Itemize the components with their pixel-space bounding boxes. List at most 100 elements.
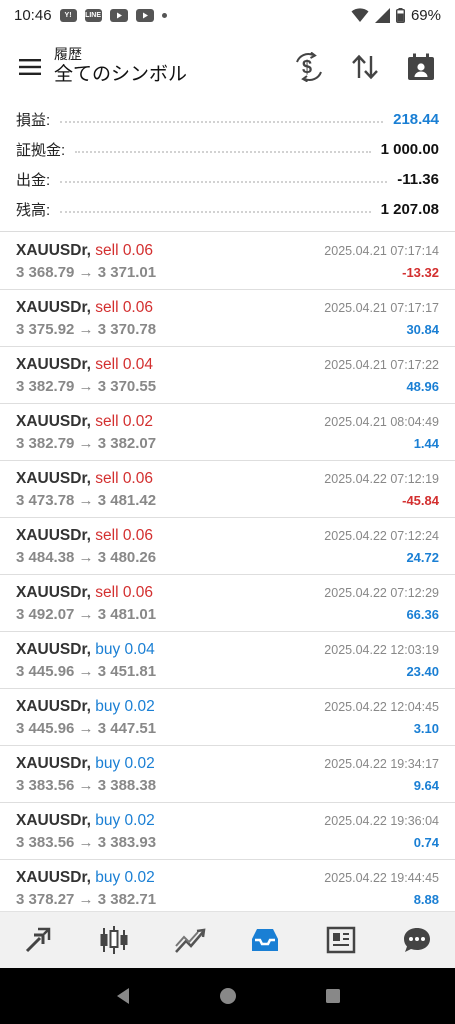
sort-arrows-icon — [352, 54, 378, 80]
deal-symbol: XAUUSDr, — [16, 356, 91, 373]
deal-time: 2025.04.22 19:44:45 — [324, 871, 439, 885]
hamburger-icon — [19, 59, 41, 75]
deal-symbol: XAUUSDr, — [16, 299, 91, 316]
back-button[interactable] — [103, 976, 143, 1016]
deal-side: buy 0.02 — [95, 698, 155, 715]
currency-exchange-button[interactable]: $ — [289, 47, 329, 87]
deal-header: XAUUSDr, sell 0.06 — [16, 527, 153, 545]
line-icon: LINE — [84, 8, 102, 22]
signal-icon — [374, 7, 390, 23]
newspaper-icon — [326, 926, 356, 954]
deal-side: buy 0.02 — [95, 755, 155, 772]
deal-profit: 24.72 — [406, 550, 439, 565]
summary-profit-row: 損益: 218.44 — [16, 104, 439, 134]
summary-label: 証拠金: — [16, 141, 66, 159]
deal-profit: 30.84 — [406, 322, 439, 337]
deal-row[interactable]: XAUUSDr, sell 0.06 3 492.07 → 3 481.01 202… — [0, 575, 455, 632]
tab-chart[interactable] — [89, 915, 139, 965]
deal-time: 2025.04.22 12:03:19 — [324, 643, 439, 657]
deal-side: sell 0.02 — [95, 413, 153, 430]
deal-profit: 9.64 — [413, 778, 439, 793]
battery-percent: 69% — [410, 6, 441, 24]
tab-history[interactable] — [240, 915, 290, 965]
summary-withdrawal-row: 出金: -11.36 — [16, 164, 439, 194]
tab-messages[interactable] — [392, 915, 442, 965]
deal-header: XAUUSDr, buy 0.02 — [16, 869, 155, 887]
deal-row[interactable]: XAUUSDr, buy 0.02 3 445.96 → 3 447.51 2025… — [0, 689, 455, 746]
deal-row[interactable]: XAUUSDr, sell 0.06 3 473.78 → 3 481.42 202… — [0, 461, 455, 518]
recents-square-icon — [325, 989, 340, 1003]
deal-side: buy 0.02 — [95, 869, 155, 886]
deal-profit: -45.84 — [402, 493, 439, 508]
summary-value: -11.36 — [397, 170, 439, 188]
deal-header: XAUUSDr, sell 0.06 — [16, 584, 153, 602]
deal-row[interactable]: XAUUSDr, sell 0.06 3 375.92 → 3 370.78 202… — [0, 290, 455, 347]
deal-symbol: XAUUSDr, — [16, 755, 91, 772]
menu-button[interactable] — [8, 45, 52, 89]
deal-profit: 3.10 — [413, 721, 439, 736]
deal-row[interactable]: XAUUSDr, buy 0.02 3 383.56 → 3 388.38 2025… — [0, 746, 455, 803]
deal-row[interactable]: XAUUSDr, buy 0.04 3 445.96 → 3 451.81 2025… — [0, 632, 455, 689]
deal-row[interactable]: XAUUSDr, sell 0.02 3 382.79 → 3 382.07 202… — [0, 404, 455, 461]
deal-row[interactable]: XAUUSDr, sell 0.06 3 368.79 → 3 371.01 202… — [0, 233, 455, 290]
deal-side: buy 0.02 — [95, 812, 155, 829]
deal-row[interactable]: XAUUSDr, sell 0.06 3 484.38 → 3 480.26 202… — [0, 518, 455, 575]
deal-side: sell 0.06 — [95, 584, 153, 601]
deal-symbol: XAUUSDr, — [16, 527, 91, 544]
summary-value: 218.44 — [393, 110, 439, 128]
sort-button[interactable] — [345, 47, 385, 87]
home-circle-icon — [219, 988, 236, 1004]
inbox-icon — [252, 929, 279, 951]
page-title[interactable]: 全てのシンボル — [54, 62, 187, 88]
deal-prices: 3 484.38 → 3 480.26 — [16, 549, 157, 566]
deal-side: sell 0.06 — [95, 299, 153, 316]
deal-symbol: XAUUSDr, — [16, 242, 91, 259]
leader-dots — [60, 211, 371, 213]
deal-prices: 3 375.92 → 3 370.78 — [16, 321, 157, 338]
deal-prices: 3 492.07 → 3 481.01 — [16, 606, 157, 623]
deal-profit: 0.74 — [413, 835, 439, 850]
deal-prices: 3 383.56 → 3 388.38 — [16, 777, 157, 794]
deal-symbol: XAUUSDr, — [16, 470, 91, 487]
deal-symbol: XAUUSDr, — [16, 641, 91, 658]
arrows-icon — [25, 927, 51, 953]
deal-prices: 3 382.79 → 3 382.07 — [16, 435, 157, 452]
deals-list[interactable]: XAUUSDr, sell 0.06 3 368.79 → 3 371.01 202… — [0, 233, 455, 911]
summary-deposit-row: 証拠金: 1 000.00 — [16, 134, 439, 164]
leader-dots — [60, 121, 384, 123]
deal-symbol: XAUUSDr, — [16, 584, 91, 601]
deal-symbol: XAUUSDr, — [16, 812, 91, 829]
calendar-button[interactable] — [401, 47, 441, 87]
deal-row[interactable]: XAUUSDr, sell 0.04 3 382.79 → 3 370.55 202… — [0, 347, 455, 404]
svg-text:$: $ — [302, 57, 312, 77]
deal-header: XAUUSDr, sell 0.02 — [16, 413, 153, 431]
candlestick-icon — [100, 926, 128, 954]
deal-side: sell 0.04 — [95, 356, 153, 373]
notification-dot-icon — [161, 12, 167, 18]
deal-symbol: XAUUSDr, — [16, 869, 91, 886]
summary-label: 出金: — [16, 171, 51, 189]
calendar-person-icon — [408, 53, 434, 80]
deal-side: sell 0.06 — [95, 242, 153, 259]
deal-header: XAUUSDr, buy 0.02 — [16, 698, 155, 716]
deal-profit: 66.36 — [406, 607, 439, 622]
trend-icon — [174, 928, 206, 953]
deal-row[interactable]: XAUUSDr, buy 0.02 3 378.27 → 3 382.71 2025… — [0, 860, 455, 911]
tab-trade[interactable] — [165, 915, 215, 965]
tab-quotes[interactable] — [13, 915, 63, 965]
deal-header: XAUUSDr, sell 0.04 — [16, 356, 153, 374]
status-time: 10:46 — [14, 6, 52, 24]
tab-news[interactable] — [316, 915, 366, 965]
deal-row[interactable]: XAUUSDr, buy 0.02 3 383.56 → 3 383.93 2025… — [0, 803, 455, 860]
deal-prices: 3 383.56 → 3 383.93 — [16, 834, 157, 851]
deal-side: buy 0.04 — [95, 641, 155, 658]
home-button[interactable] — [208, 976, 248, 1016]
summary-label: 残高: — [16, 201, 51, 219]
deal-symbol: XAUUSDr, — [16, 413, 91, 430]
leader-dots — [60, 181, 388, 183]
recents-button[interactable] — [313, 976, 353, 1016]
deal-header: XAUUSDr, buy 0.02 — [16, 812, 155, 830]
deal-side: sell 0.06 — [95, 470, 153, 487]
title-block: 履歴 全てのシンボル — [54, 46, 187, 88]
deal-prices: 3 473.78 → 3 481.42 — [16, 492, 157, 509]
